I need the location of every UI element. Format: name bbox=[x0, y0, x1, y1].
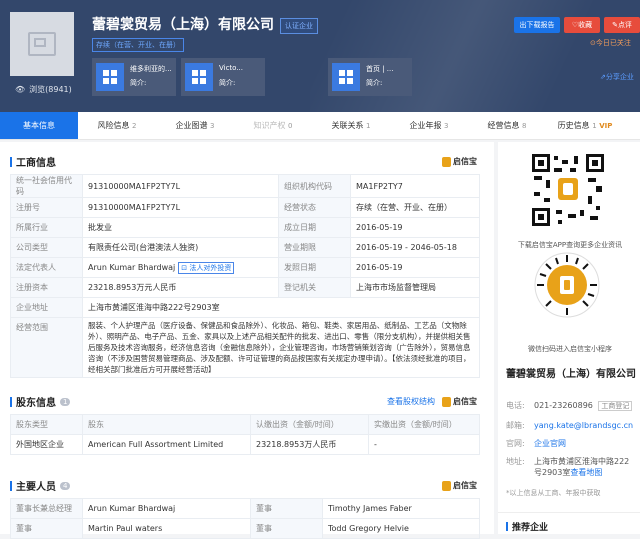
main-content: 工商信息 启信宝 统一社会信用代码 91310000MA1FP2TY7L 组织机构… bbox=[0, 142, 494, 539]
section-shareholders: 股东信息 1 bbox=[10, 394, 71, 409]
company-address: 上海市黄浦区淮海中路222号2903室 bbox=[82, 297, 480, 318]
card-sub: 简介: bbox=[130, 79, 147, 87]
tab-basic-info[interactable]: 基本信息 bbox=[0, 112, 78, 139]
card-name: 维多利亚的... bbox=[130, 65, 172, 73]
shareholder-table: 股东类型 股东 认缴出资（金额/时间） 实缴出资（金额/时间） 外国地区企业 Amer… bbox=[10, 414, 480, 455]
table-row: 企业地址 上海市黄浦区淮海中路222号2903室 bbox=[10, 297, 480, 318]
qixinbao-icon bbox=[442, 156, 451, 167]
card-name: Victo... bbox=[219, 64, 244, 72]
table-row: 外国地区企业 American Full Assortment Limited 2… bbox=[10, 434, 480, 455]
vip-badge: VIP bbox=[599, 122, 613, 130]
card-sub: 简介: bbox=[366, 79, 383, 87]
table-row: 法定代表人 Arun Kumar Bhardwaj ⊡ 法人对外投资 发照日期 20… bbox=[10, 257, 480, 278]
table-row: 经营范围 服装、个人护理产品（医疗设备、保健品和食品除外）、化妆品、箱包、鞋类、… bbox=[10, 317, 480, 378]
business-scope: 服装、个人护理产品（医疗设备、保健品和食品除外）、化妆品、箱包、鞋类、家居用品、… bbox=[82, 317, 480, 378]
brand-mark: 启信宝 bbox=[442, 156, 477, 167]
phone-row: 电话: 021-23260896 工商登记 bbox=[506, 400, 633, 411]
tab-operations[interactable]: 经营信息 8 bbox=[468, 112, 546, 139]
share-button[interactable]: ⇗分享企业 bbox=[600, 72, 634, 82]
building-icon bbox=[28, 32, 56, 56]
card-name: 首页 | ... bbox=[366, 65, 394, 73]
follow-status[interactable]: ⊙今日已关注 bbox=[590, 38, 631, 48]
mini-program-text: 微信扫码进入启信宝小程序 bbox=[528, 345, 612, 353]
qixinbao-icon bbox=[442, 396, 451, 407]
divider bbox=[498, 512, 640, 513]
section-business-info: 工商信息 bbox=[10, 154, 56, 169]
equity-structure-link[interactable]: 查看股权结构 bbox=[387, 396, 435, 407]
table-header: 股东类型 股东 认缴出资（金额/时间） 实缴出资（金额/时间） bbox=[10, 414, 480, 435]
table-row: 注册资本 23218.8953万元人民币 登记机关 上海市市场监督管理局 bbox=[10, 277, 480, 298]
tab-relations[interactable]: 关联关系 1 bbox=[312, 112, 390, 139]
business-info-table: 统一社会信用代码 91310000MA1FP2TY7L 组织机构代码 MA1FP2T… bbox=[10, 174, 480, 378]
people-table: 董事长兼总经理 Arun Kumar Bhardwaj 董事 Timothy Jam… bbox=[10, 498, 480, 539]
favorite-button[interactable]: ♡ 收藏 bbox=[564, 17, 600, 33]
brand-mark: 启信宝 bbox=[442, 480, 477, 491]
download-report-button[interactable]: 出下载报告 bbox=[514, 17, 560, 33]
related-site-card[interactable]: Victo... 简介: bbox=[181, 58, 265, 96]
company-name: 蕾碧裳贸易（上海）有限公司 bbox=[92, 17, 274, 33]
related-site-card[interactable]: 维多利亚的... 简介: bbox=[92, 58, 176, 96]
sidebar: 下载启信宝APP查询更多企业资讯 微信扫码进入启信宝小程序 蕾碧裳贸易（上海）有… bbox=[498, 142, 640, 534]
table-row: 董事长兼总经理 Arun Kumar Bhardwaj 董事 Timothy Jam… bbox=[10, 498, 480, 519]
tab-annual-report[interactable]: 企业年报 3 bbox=[390, 112, 468, 139]
view-map-link[interactable]: 查看地图 bbox=[570, 468, 602, 477]
site-icon bbox=[332, 63, 360, 91]
legal-rep-name[interactable]: Arun Kumar Bhardwaj bbox=[88, 263, 175, 272]
certified-badge[interactable]: 认证企业 bbox=[280, 18, 318, 34]
company-logo bbox=[10, 12, 74, 76]
site-icon bbox=[96, 63, 124, 91]
company-header: 👁 浏览(8941) 蕾碧裳贸易（上海）有限公司 认证企业 存续（在营、开业、在册… bbox=[0, 0, 640, 112]
address-row: 地址: 上海市黄浦区淮海中路222号2903室查看地图 bbox=[506, 457, 630, 477]
sidebar-company-name: 蕾碧裳贸易（上海）有限公司 bbox=[506, 369, 636, 380]
comment-button[interactable]: ✎ 点评 bbox=[604, 17, 640, 33]
email-row: 邮箱: yang.kate@lbrandsgc.cn bbox=[506, 421, 634, 430]
tab-risk[interactable]: 风险信息 2 bbox=[78, 112, 156, 139]
count-badge: 4 bbox=[60, 481, 71, 490]
legal-investment-button[interactable]: ⊡ 法人对外投资 bbox=[178, 261, 235, 274]
card-sub: 简介: bbox=[219, 79, 236, 87]
app-qr-code bbox=[530, 152, 606, 228]
source-note: *以上信息从工商、年报中获取 bbox=[506, 489, 601, 497]
tab-ip[interactable]: 知识产权 0 bbox=[234, 112, 312, 139]
tab-graph[interactable]: 企业图谱 3 bbox=[156, 112, 234, 139]
count-badge: 1 bbox=[60, 397, 71, 406]
table-row: 注册号 91310000MA1FP2TY7L 经营状态 存续（在营、开业、在册） bbox=[10, 197, 480, 218]
link-icon: ⊡ bbox=[181, 263, 188, 272]
section-key-people: 主要人员 4 bbox=[10, 478, 71, 493]
tab-bar: 基本信息 风险信息 2 企业图谱 3 知识产权 0 关联关系 1 企业年报 3 … bbox=[0, 112, 640, 140]
related-site-card[interactable]: 首页 | ... 简介: bbox=[328, 58, 412, 96]
site-icon bbox=[185, 63, 213, 91]
table-row: 公司类型 有限责任公司(台港澳法人独资) 营业期限 2016-05-19 - 204… bbox=[10, 237, 480, 258]
tab-history[interactable]: 历史信息 1 VIP bbox=[546, 112, 624, 139]
table-row: 统一社会信用代码 91310000MA1FP2TY7L 组织机构代码 MA1FP2T… bbox=[10, 174, 480, 198]
view-count: 👁 浏览(8941) bbox=[15, 85, 72, 94]
table-row: 董事 Martin Paul waters 董事 Todd Gregory Helv… bbox=[10, 518, 480, 539]
status-badge: 存续（在营、开业、在册） bbox=[92, 38, 184, 52]
table-row: 所属行业 批发业 成立日期 2016-05-19 bbox=[10, 217, 480, 238]
eye-icon: 👁 bbox=[15, 85, 26, 94]
qixinbao-icon bbox=[442, 480, 451, 491]
mini-program-code bbox=[534, 252, 600, 318]
phone-tag: 工商登记 bbox=[598, 401, 633, 411]
recommended-companies-heading: 推荐企业 bbox=[506, 520, 548, 533]
website-row: 官网: 企业官网 bbox=[506, 439, 566, 448]
website-link[interactable]: 企业官网 bbox=[534, 439, 566, 448]
email-link[interactable]: yang.kate@lbrandsgc.cn bbox=[534, 421, 633, 430]
app-download-text: 下载启信宝APP查询更多企业资讯 bbox=[517, 241, 623, 249]
brand-mark: 启信宝 bbox=[442, 396, 477, 407]
